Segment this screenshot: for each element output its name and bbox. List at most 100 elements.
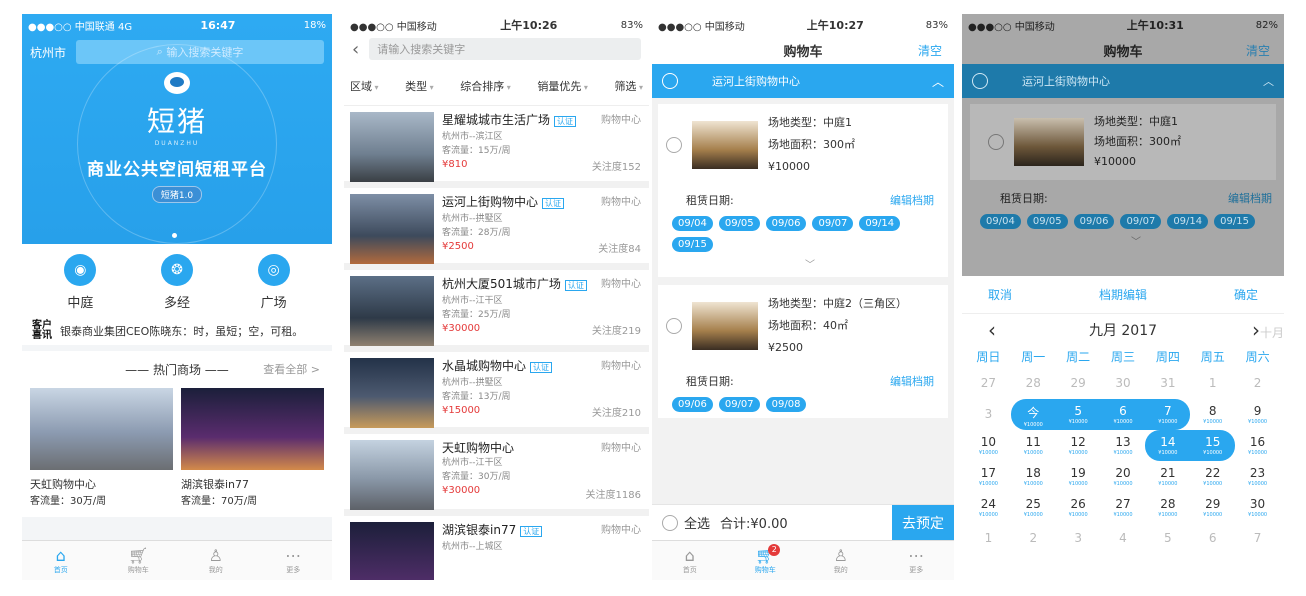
date-pills: 09/06 09/07 09/08 xyxy=(672,397,934,412)
venue-radio[interactable] xyxy=(666,137,682,153)
calendar-day[interactable]: 14 ¥10000 xyxy=(1145,430,1191,461)
confirm-button[interactable]: 确定 xyxy=(1234,286,1258,303)
date-pill[interactable]: 09/14 xyxy=(859,216,901,231)
calendar-day[interactable]: 8 ¥10000 xyxy=(1190,399,1235,430)
filter-sales[interactable]: 销量优先 xyxy=(537,78,588,94)
calendar-day[interactable]: 12 ¥10000 xyxy=(1056,430,1101,461)
tab-more[interactable]: ⋯ 更多 xyxy=(891,546,941,575)
venue-radio[interactable] xyxy=(666,318,682,334)
view-all-link[interactable]: 查看全部 > xyxy=(263,361,320,377)
mall-photo xyxy=(181,388,324,470)
calendar-day[interactable]: 今 ¥10000 xyxy=(1010,399,1056,430)
news-ticker[interactable]: 客户 喜讯 银泰商业集团CEO陈晓东：时，虽短；空，可租。 xyxy=(22,317,332,345)
group-radio[interactable] xyxy=(662,73,678,89)
date-pill[interactable]: 09/15 xyxy=(672,237,713,252)
calendar-day[interactable]: 27 ¥10000 xyxy=(1101,492,1146,523)
calendar-day[interactable]: 10 ¥10000 xyxy=(966,430,1011,461)
calendar-day[interactable]: 7 ¥10000 xyxy=(1145,399,1191,430)
filter-district[interactable]: 区域 xyxy=(350,78,379,94)
calendar-day[interactable]: 29 ¥10000 xyxy=(1190,492,1235,523)
tab-cart[interactable]: 🛒︎ 2 购物车 xyxy=(740,543,790,575)
next-month-button[interactable]: ›十月 xyxy=(1252,318,1284,342)
result-item[interactable]: 运河上街购物中心 认证 购物中心 杭州市--拱墅区 客流量：28万/周 ¥2500… xyxy=(344,188,649,270)
tab-cart[interactable]: 🛒︎ 购物车 xyxy=(113,546,163,575)
rent-label: 租赁日期: xyxy=(686,194,734,207)
filter-sort[interactable]: 综合排序 xyxy=(460,78,511,94)
select-all-radio[interactable] xyxy=(662,514,678,531)
date-pill[interactable]: 09/05 xyxy=(718,216,760,231)
category-atrium[interactable]: ◉ 中庭 xyxy=(45,254,115,311)
result-item[interactable]: 星耀城城市生活广场 认证 购物中心 杭州市--滨江区 客流量：15万/周 ¥810… xyxy=(344,106,649,188)
calendar-day[interactable]: 25 ¥10000 xyxy=(1011,492,1056,523)
clear-button[interactable]: 清空 xyxy=(918,42,942,59)
chevron-down-icon[interactable]: ﹀ xyxy=(686,256,934,271)
dim-overlay[interactable]: ●●●○○ 中国移动 上午10:31 82% 购物车 清空 运河上街购物中心 ︿ 场地类… xyxy=(962,14,1284,276)
carousel-dot[interactable] xyxy=(172,233,177,238)
calendar-day[interactable]: 11 ¥10000 xyxy=(1011,430,1056,461)
date-pill[interactable]: 09/06 xyxy=(672,397,713,412)
certified-badge: 认证 xyxy=(530,362,553,373)
search-input[interactable]: 请输入搜索关键字 xyxy=(369,38,641,60)
result-item[interactable]: 杭州大厦501城市广场 认证 购物中心 杭州市--江干区 客流量：25万/周 ¥3… xyxy=(344,270,649,352)
day-price: ¥10000 xyxy=(1248,481,1268,487)
date-pill: 09/06 xyxy=(1073,214,1115,229)
venue-card[interactable]: 场地类型：中庭1 场地面积：300㎡ ¥10000 xyxy=(658,104,948,186)
mall-district: 杭州市--江干区 xyxy=(442,296,503,306)
city-selector[interactable]: 杭州市 xyxy=(30,44,66,61)
calendar-day[interactable]: 6 ¥10000 xyxy=(1100,399,1146,430)
edit-schedule-link[interactable]: 编辑档期 xyxy=(890,192,934,208)
category-plaza[interactable]: ◎ 广场 xyxy=(239,254,309,311)
day-number: 8 xyxy=(1208,404,1217,418)
calendar-day[interactable]: 15 ¥10000 xyxy=(1190,430,1236,461)
date-pill[interactable]: 09/06 xyxy=(765,216,807,231)
tab-more[interactable]: ⋯ 更多 xyxy=(268,546,318,575)
date-pill[interactable]: 09/07 xyxy=(718,397,760,412)
day-number: 14 xyxy=(1160,435,1176,449)
result-item[interactable]: 天虹购物中心 购物中心 杭州市--江干区 客流量：30万/周 ¥30000 关注… xyxy=(344,434,649,516)
calendar-day[interactable]: 20 ¥10000 xyxy=(1101,461,1146,492)
calendar-day[interactable]: 30 ¥10000 xyxy=(1235,492,1280,523)
cancel-button[interactable]: 取消 xyxy=(988,286,1012,303)
calendar-day[interactable]: 5 ¥10000 xyxy=(1055,399,1101,430)
tab-me[interactable]: ♙ 我的 xyxy=(816,546,866,575)
calendar-day[interactable]: 19 ¥10000 xyxy=(1056,461,1101,492)
cart-group-header[interactable]: 运河上街购物中心 ︿ xyxy=(652,64,954,98)
chevron-up-icon[interactable]: ︿ xyxy=(932,73,944,90)
category-multi[interactable]: ❂ 多经 xyxy=(142,254,212,311)
date-pill[interactable]: 09/07 xyxy=(812,216,854,231)
select-all-label[interactable]: 全选 xyxy=(684,513,710,532)
edit-schedule-link[interactable]: 编辑档期 xyxy=(890,373,934,389)
venue-card[interactable]: 场地类型：中庭2（三角区） 场地面积：40㎡ ¥2500 xyxy=(658,285,948,367)
hero-banner[interactable]: ●●●○○ 中国联通 4G 16:47 18% 杭州市 ⌕ 输入搜索关键字 短猪 DU… xyxy=(22,14,332,244)
tab-home[interactable]: ⌂ 首页 xyxy=(36,546,86,575)
tab-home[interactable]: ⌂ 首页 xyxy=(665,546,715,575)
filter-more[interactable]: 筛选 xyxy=(614,78,643,94)
calendar-day[interactable]: 23 ¥10000 xyxy=(1235,461,1280,492)
mall-card[interactable]: 天虹购物中心 客流量：30万/周 xyxy=(30,388,173,507)
result-item[interactable]: 水晶城购物中心 认证 购物中心 杭州市--拱墅区 客流量：13万/周 ¥15000… xyxy=(344,352,649,434)
filter-type[interactable]: 类型 xyxy=(405,78,434,94)
calendar-day[interactable]: 24 ¥10000 xyxy=(966,492,1011,523)
next-month-icon: › xyxy=(1251,318,1260,342)
result-item[interactable]: 湖滨银泰in77 认证 购物中心 杭州市--上城区 xyxy=(344,516,649,580)
multi-icon: ❂ xyxy=(160,254,193,286)
date-pill[interactable]: 09/04 xyxy=(672,216,713,231)
day-price: ¥10000 xyxy=(1068,450,1088,456)
certified-badge: 认证 xyxy=(520,526,543,537)
calendar-day[interactable]: 16 ¥10000 xyxy=(1235,430,1280,461)
mall-card[interactable]: 湖滨银泰in77 客流量：70万/周 xyxy=(181,388,324,507)
back-icon[interactable]: ‹ xyxy=(352,39,359,60)
calendar-day[interactable]: 13 ¥10000 xyxy=(1101,430,1146,461)
calendar-day[interactable]: 26 ¥10000 xyxy=(1056,492,1101,523)
calendar-day[interactable]: 22 ¥10000 xyxy=(1190,461,1235,492)
calendar-day[interactable]: 9 ¥10000 xyxy=(1235,399,1280,430)
tab-me[interactable]: ♙ 我的 xyxy=(191,546,241,575)
book-button[interactable]: 去预定 xyxy=(892,505,954,540)
date-pill[interactable]: 09/08 xyxy=(765,397,807,412)
calendar-day[interactable]: 18 ¥10000 xyxy=(1011,461,1056,492)
calendar-day[interactable]: 28 ¥10000 xyxy=(1145,492,1190,523)
calendar-day[interactable]: 21 ¥10000 xyxy=(1145,461,1190,492)
calendar-day[interactable]: 17 ¥10000 xyxy=(966,461,1011,492)
prev-month-icon[interactable]: ‹ xyxy=(988,318,996,342)
calendar-day: 31 xyxy=(1145,368,1190,399)
